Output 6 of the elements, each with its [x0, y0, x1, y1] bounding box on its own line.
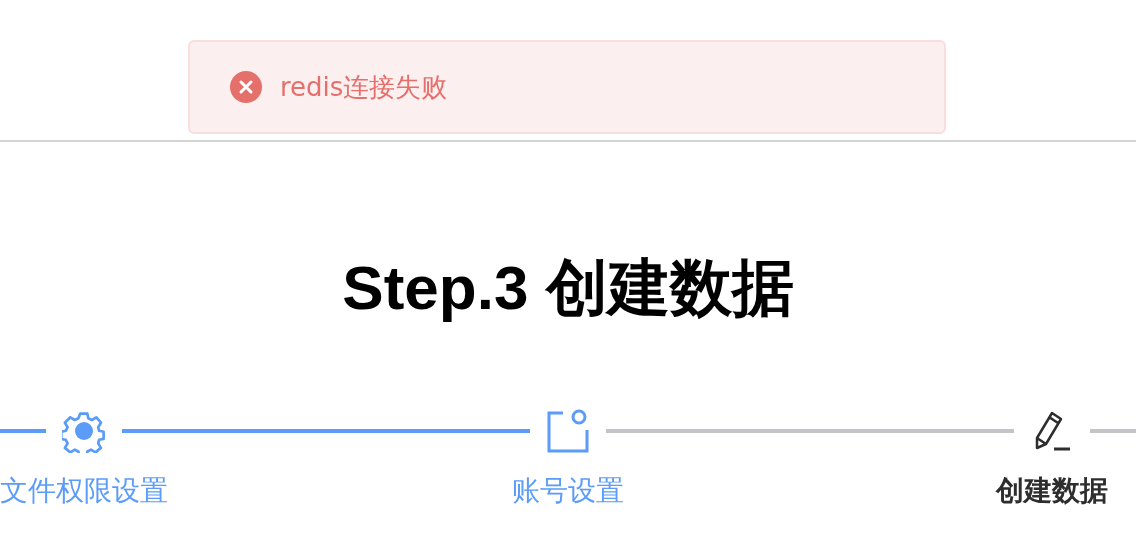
page-title: Step.3 创建数据 — [341, 252, 795, 324]
error-icon — [230, 71, 262, 103]
step-label[interactable]: 文件权限设置 — [0, 472, 168, 510]
toast-message: redis连接失败 — [280, 70, 448, 104]
step-label[interactable]: 创建数据 — [996, 472, 1108, 510]
step-label[interactable]: 账号设置 — [512, 472, 624, 510]
